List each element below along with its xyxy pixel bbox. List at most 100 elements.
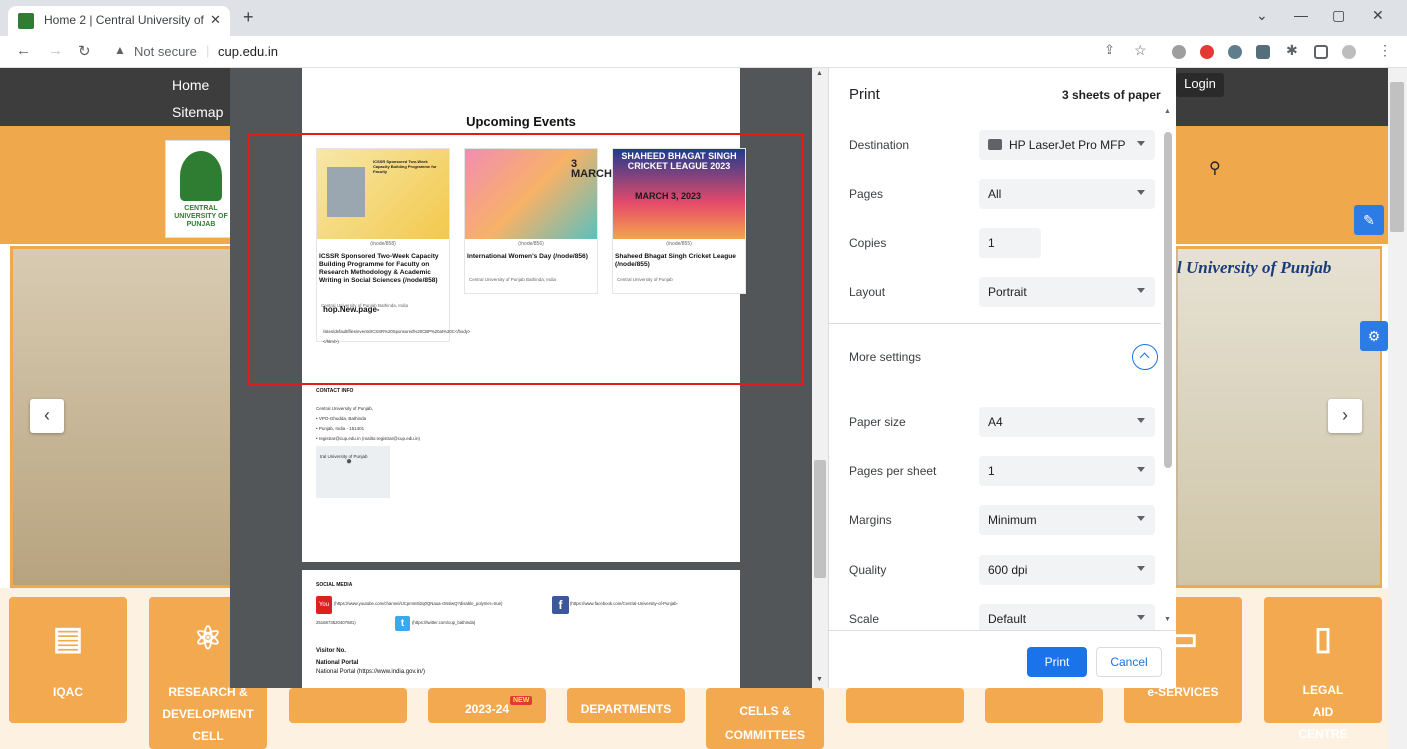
tile-label-partial: DEPARTMENTS [580,702,672,716]
share-icon[interactable]: ⇪ [1104,42,1115,58]
extension-icon[interactable] [1256,45,1270,59]
destination-select[interactable]: HP LaserJet Pro MFP [979,130,1155,160]
quality-select[interactable]: 600 dpi [979,555,1155,585]
pages-per-sheet-select[interactable]: 1 [979,456,1155,486]
facebook-link[interactable]: (https://www.facebook.com/Central-Univer… [570,601,678,606]
chevron-up-icon [1139,352,1150,363]
not-secure-label[interactable]: Not secure [134,44,197,59]
side-panel-icon[interactable] [1314,45,1328,59]
tile-cells[interactable]: CELLS & COMMITTEES [706,688,824,749]
preview-page-2: SOCIAL MEDIA You (https://www.youtube.co… [302,570,740,688]
carousel-prev-button[interactable]: ‹ [30,399,64,433]
tile-schools[interactable]: DEPARTMENTS [567,688,685,723]
tile-label-partial: COMMITTEES [725,728,805,742]
social-media-heading: SOCIAL MEDIA [316,582,353,588]
browser-menu-icon[interactable]: ⋮ [1378,42,1392,59]
tile-admissions[interactable]: 2023-24 NEW [428,688,546,723]
section-divider [829,323,1161,324]
pages-select[interactable]: All [979,179,1155,209]
copies-input[interactable]: 1 [979,228,1041,258]
more-settings-label[interactable]: More settings [849,350,921,364]
color-picker-icon[interactable]: ✎ [1354,205,1384,235]
tile-label-partial: CELLS & [739,704,791,718]
extensions-puzzle-icon[interactable]: ✱ [1286,42,1298,59]
forward-arrow-icon[interactable]: → [48,42,63,59]
login-button[interactable]: Login [1176,73,1224,97]
banner-title: l University of Punjab [1177,258,1332,277]
location-map[interactable]: tral University of Punjab ● [316,446,390,498]
dropdown-caret-icon [1137,516,1145,521]
print-button[interactable]: Print [1027,647,1087,677]
preview-scrollbar-thumb[interactable] [814,460,826,578]
scroll-up-icon[interactable]: ▲ [1164,108,1171,115]
omnibox-separator: | [206,43,210,58]
paper-size-select[interactable]: A4 [979,407,1155,437]
page-scrollbar-thumb[interactable] [1390,82,1404,232]
warning-triangle-icon[interactable]: ▲ [114,43,126,57]
tab-search-icon[interactable]: ⌄ [1256,7,1268,24]
bookmark-star-icon[interactable]: ☆ [1134,42,1147,59]
reload-icon[interactable]: ↻ [78,42,91,60]
national-portal-heading: National Portal [316,660,359,666]
tile-legal-aid[interactable]: ▯ LEGAL AID CENTRE [1264,597,1382,741]
search-icon[interactable]: ⚲ [1209,158,1221,178]
close-window-button[interactable]: ✕ [1372,7,1384,24]
tile-iqac[interactable]: ▤ IQAC [9,597,127,723]
url-text[interactable]: cup.edu.in [218,44,278,59]
margins-select[interactable]: Minimum [979,505,1155,535]
more-settings-toggle[interactable] [1132,344,1158,370]
tile-virtuary[interactable] [289,688,407,723]
scroll-down-icon[interactable]: ▼ [1164,616,1171,623]
document-icon: ▤ [52,620,84,656]
carousel-next-button[interactable]: › [1328,399,1362,433]
settings-gears-icon[interactable]: ⚙ [1360,321,1388,351]
map-label: tral University of Punjab [320,454,368,459]
contact-line: Central University of Punjab, [316,406,374,411]
twitter-link[interactable]: (https://twitter.com/cup_bathinda) [412,620,475,625]
layout-select[interactable]: Portrait [979,277,1155,307]
quality-label: Quality [849,563,887,577]
omnibox[interactable]: ▲ Not secure | cup.edu.in [108,40,1148,64]
extension-icon[interactable] [1172,45,1186,59]
dropdown-caret-icon [1137,288,1145,293]
facebook-icon[interactable]: f [552,596,569,614]
visitor-number-heading: Visitor No. [316,648,346,654]
national-portal-link[interactable]: National Portal (https://www.india.gov.i… [316,669,425,675]
extension-icon[interactable] [1200,45,1214,59]
browser-tab[interactable]: Home 2 | Central University of Pu ✕ [8,6,230,36]
scale-value: Default [988,612,1027,626]
print-settings-panel: Print 3 sheets of paper Destination HP L… [828,68,1176,688]
nav-home-link[interactable]: Home [172,77,209,93]
paper-size-label: Paper size [849,415,906,429]
profile-avatar-icon[interactable] [1342,45,1356,59]
facebook-id: 2516873520407681) [316,620,356,625]
new-tab-button[interactable]: + [243,7,254,28]
tab-close-icon[interactable]: ✕ [210,12,221,28]
youtube-link[interactable]: (https://www.youtube.com/channel/UCpmm8i… [334,601,503,606]
scroll-up-icon[interactable]: ▲ [816,70,823,77]
youtube-icon[interactable]: You [316,596,332,614]
tab-title: Home 2 | Central University of Pu [44,13,204,27]
back-arrow-icon[interactable]: ← [16,42,31,59]
contact-email[interactable]: • registrar@cup.edu.in (mailto:registrar… [316,436,420,441]
university-logo[interactable]: CENTRAL UNIVERSITY OF PUNJAB [165,140,235,238]
minimize-button[interactable]: — [1294,7,1308,23]
scroll-down-icon[interactable]: ▼ [816,676,823,683]
layout-label: Layout [849,285,886,299]
nav-sitemap-link[interactable]: Sitemap [172,104,223,120]
twitter-icon[interactable]: t [395,616,410,631]
pages-per-sheet-label: Pages per sheet [849,464,937,478]
tile-dace[interactable] [846,688,964,723]
dropdown-caret-icon [1137,418,1145,423]
copies-label: Copies [849,236,887,250]
settings-scrollbar-thumb[interactable] [1164,132,1172,468]
contact-info-heading: CONTACT INFO [316,388,354,394]
preview-scrollbar[interactable]: ▲ ▼ [812,68,828,688]
print-title: Print [849,86,880,103]
cancel-button[interactable]: Cancel [1096,647,1162,677]
tile-infrastructure[interactable] [985,688,1103,723]
printer-icon [988,139,1002,150]
dropdown-caret-icon [1137,467,1145,472]
extension-icon[interactable] [1228,45,1242,59]
maximize-button[interactable]: ▢ [1332,7,1345,24]
